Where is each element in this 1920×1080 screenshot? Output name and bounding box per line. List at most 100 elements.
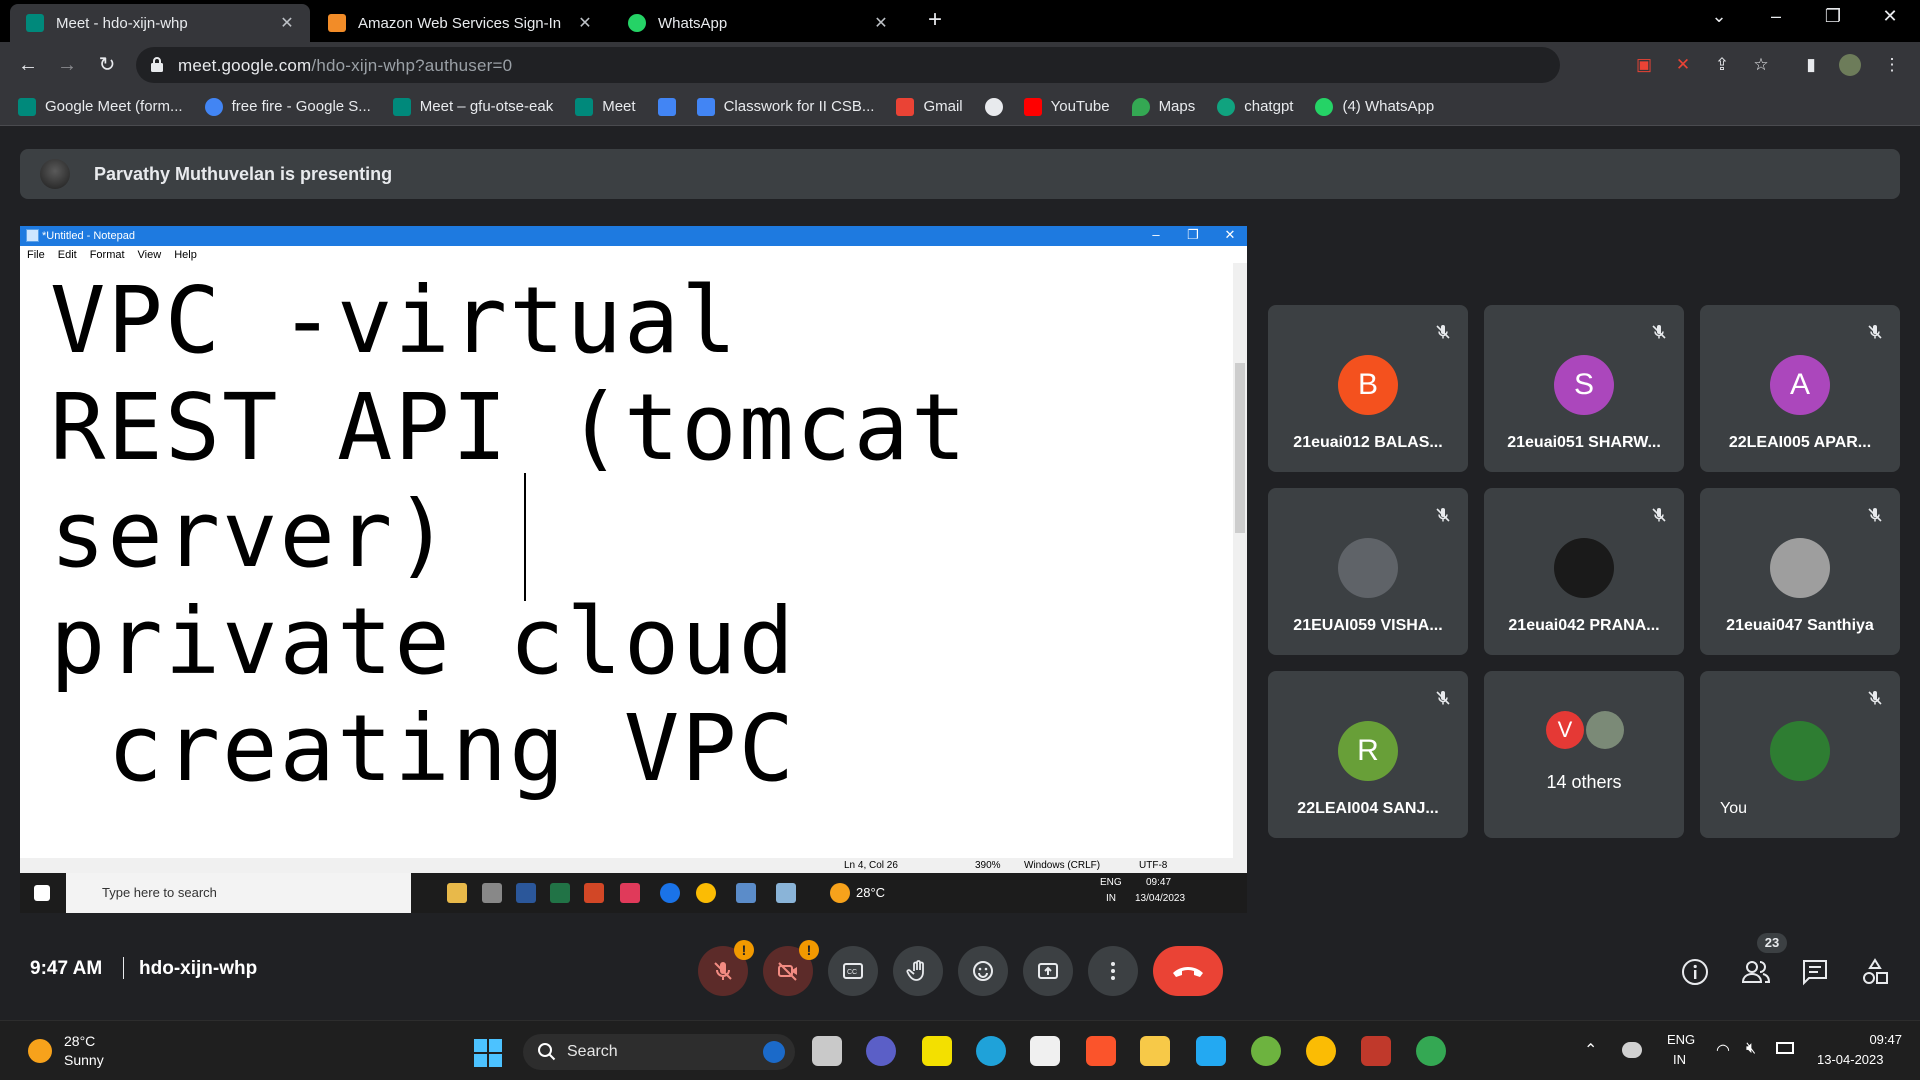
tab-title: WhatsApp: [658, 14, 728, 32]
bookmark-chatgpt[interactable]: chatgpt: [1217, 97, 1294, 116]
windows-start-icon[interactable]: [473, 1038, 503, 1068]
participant-tile[interactable]: B 21euai012 BALAS...: [1268, 305, 1468, 472]
people-button[interactable]: [1740, 957, 1771, 987]
microsoft-store-icon[interactable]: [1030, 1036, 1060, 1066]
participant-tile[interactable]: 21EUAI059 VISHA...: [1268, 488, 1468, 655]
bookmark-gmail[interactable]: Gmail: [896, 97, 963, 116]
chrome-active-icon[interactable]: [1416, 1036, 1446, 1066]
people-icon: [1741, 961, 1771, 983]
tray-language[interactable]: ENG: [1667, 1032, 1695, 1047]
participant-tile[interactable]: 21euai042 PRANA...: [1484, 488, 1684, 655]
hand-icon: [906, 960, 924, 981]
side-panel-icon[interactable]: ▮: [1800, 54, 1822, 76]
address-bar[interactable]: meet.google.com/hdo-xijn-whp?authuser=0: [136, 47, 1560, 83]
wifi-icon[interactable]: ◠: [1716, 1040, 1730, 1060]
participant-tile[interactable]: R 22LEAI004 SANJ...: [1268, 671, 1468, 838]
bookmark-label: chatgpt: [1244, 98, 1294, 115]
vscode-icon[interactable]: [1196, 1036, 1226, 1066]
chat-button[interactable]: [1800, 957, 1830, 987]
app-icon[interactable]: [1361, 1036, 1391, 1066]
participant-tile[interactable]: V 14 others: [1484, 671, 1684, 838]
browser-toolbar: ← → ↻ meet.google.com/hdo-xijn-whp?authu…: [0, 42, 1920, 88]
remote-clock: 09:47: [1146, 877, 1172, 888]
meeting-code[interactable]: hdo-xijn-whp: [139, 958, 257, 980]
minimize-button[interactable]: –: [1756, 6, 1796, 27]
chevron-up-icon[interactable]: ⌃: [1584, 1040, 1597, 1060]
tray-clock[interactable]: 09:47: [1856, 1032, 1902, 1047]
weather-temperature[interactable]: 28°C: [64, 1033, 95, 1049]
notepad-status-bar: Ln 4, Col 26 390% Windows (CRLF) UTF-8: [20, 858, 1247, 873]
whatsapp-icon: [1315, 97, 1334, 116]
tab-search-icon[interactable]: ⌄: [1699, 6, 1739, 27]
avatar: A: [1770, 355, 1830, 415]
bookmark-free-fire[interactable]: free fire - Google S...: [204, 97, 371, 116]
back-button[interactable]: ←: [14, 51, 42, 79]
bookmark-star-icon[interactable]: ☆: [1750, 54, 1772, 76]
close-window-button[interactable]: ✕: [1870, 6, 1910, 27]
bookmark-classwork[interactable]: Classwork for II CSB...: [696, 97, 874, 116]
menu-kebab-icon[interactable]: ⋮: [1881, 54, 1903, 76]
bookmark-youtube[interactable]: YouTube: [1023, 97, 1110, 116]
chrome-icon[interactable]: [1306, 1036, 1336, 1066]
reload-button[interactable]: ↻: [93, 51, 121, 79]
tab-meet[interactable]: Meet - hdo-xijn-whp ✕: [10, 4, 310, 42]
restore-button[interactable]: ❐: [1813, 6, 1853, 27]
bookmark-maps[interactable]: Maps: [1131, 97, 1195, 116]
edge-icon[interactable]: [976, 1036, 1006, 1066]
leave-call-button[interactable]: [1153, 946, 1223, 996]
camera-toggle-button[interactable]: !: [763, 940, 819, 996]
notepad-title: *Untitled - Notepad: [42, 230, 135, 242]
forward-button[interactable]: →: [53, 51, 81, 79]
task-view-icon[interactable]: [812, 1036, 842, 1066]
tray-language-region[interactable]: IN: [1673, 1052, 1686, 1067]
participant-tile[interactable]: 21euai047 Santhiya: [1700, 488, 1900, 655]
close-icon[interactable]: ✕: [278, 13, 296, 33]
tab-whatsapp[interactable]: WhatsApp ✕: [612, 4, 904, 42]
participant-tile[interactable]: A 22LEAI005 APAR...: [1700, 305, 1900, 472]
onedrive-icon[interactable]: [1622, 1042, 1642, 1058]
battery-icon[interactable]: [1776, 1042, 1794, 1054]
more-options-button[interactable]: [1088, 946, 1138, 996]
globe-icon: [984, 97, 1003, 116]
participant-tile[interactable]: S 21euai051 SHARW...: [1484, 305, 1684, 472]
mic-off-icon: [1868, 691, 1882, 705]
file-explorer-icon[interactable]: [1140, 1036, 1170, 1066]
meeting-details-button[interactable]: [1680, 957, 1710, 987]
raise-hand-button[interactable]: [893, 946, 943, 996]
present-screen-button[interactable]: [1023, 946, 1073, 996]
maps-pin-icon: [1131, 97, 1150, 116]
bookmark-google-meet-form[interactable]: Google Meet (form...: [18, 97, 183, 116]
bookmark-label: Meet: [602, 98, 636, 115]
bookmark-meet-gfu[interactable]: Meet – gfu-otse-eak: [392, 97, 553, 116]
captions-button[interactable]: CC: [828, 946, 878, 996]
bookmark-meet[interactable]: Meet: [575, 97, 636, 116]
shared-screen[interactable]: *Untitled - Notepad – ❐ ✕ File Edit Form…: [20, 226, 1247, 913]
camera-blocked-icon[interactable]: ▣: [1633, 54, 1655, 76]
teams-chat-icon[interactable]: [866, 1036, 896, 1066]
taskbar-search-box[interactable]: Search: [523, 1034, 795, 1070]
tray-date[interactable]: 13-04-2023: [1817, 1052, 1884, 1067]
participant-tile[interactable]: You: [1700, 671, 1900, 838]
close-icon[interactable]: ✕: [872, 13, 890, 33]
bookmark-globe[interactable]: [984, 97, 1012, 116]
weather-condition[interactable]: Sunny: [64, 1052, 104, 1068]
maximize-icon: ❐: [1187, 227, 1199, 242]
share-icon[interactable]: ⇪: [1711, 54, 1733, 76]
mic-blocked-icon[interactable]: ✕: [1672, 54, 1694, 76]
bookmark-whatsapp[interactable]: (4) WhatsApp: [1315, 97, 1434, 116]
tab-aws[interactable]: Amazon Web Services Sign-In ✕: [312, 4, 608, 42]
participant-name: 21euai051 SHARW...: [1507, 434, 1661, 451]
menu-view: View: [137, 248, 162, 261]
tasks-app-icon[interactable]: [922, 1036, 952, 1066]
mic-toggle-button[interactable]: !: [698, 940, 754, 996]
profile-avatar[interactable]: [1839, 54, 1861, 76]
weather-sun-icon[interactable]: [28, 1039, 52, 1063]
activities-button[interactable]: [1860, 957, 1890, 987]
spring-tool-icon[interactable]: [1251, 1036, 1281, 1066]
new-tab-button[interactable]: +: [915, 6, 955, 34]
brave-icon[interactable]: [1086, 1036, 1116, 1066]
close-icon[interactable]: ✕: [576, 13, 594, 33]
speaker-muted-icon[interactable]: 🔇︎: [1746, 1040, 1756, 1058]
reactions-button[interactable]: [958, 946, 1008, 996]
bookmark-classroom[interactable]: [657, 97, 685, 116]
